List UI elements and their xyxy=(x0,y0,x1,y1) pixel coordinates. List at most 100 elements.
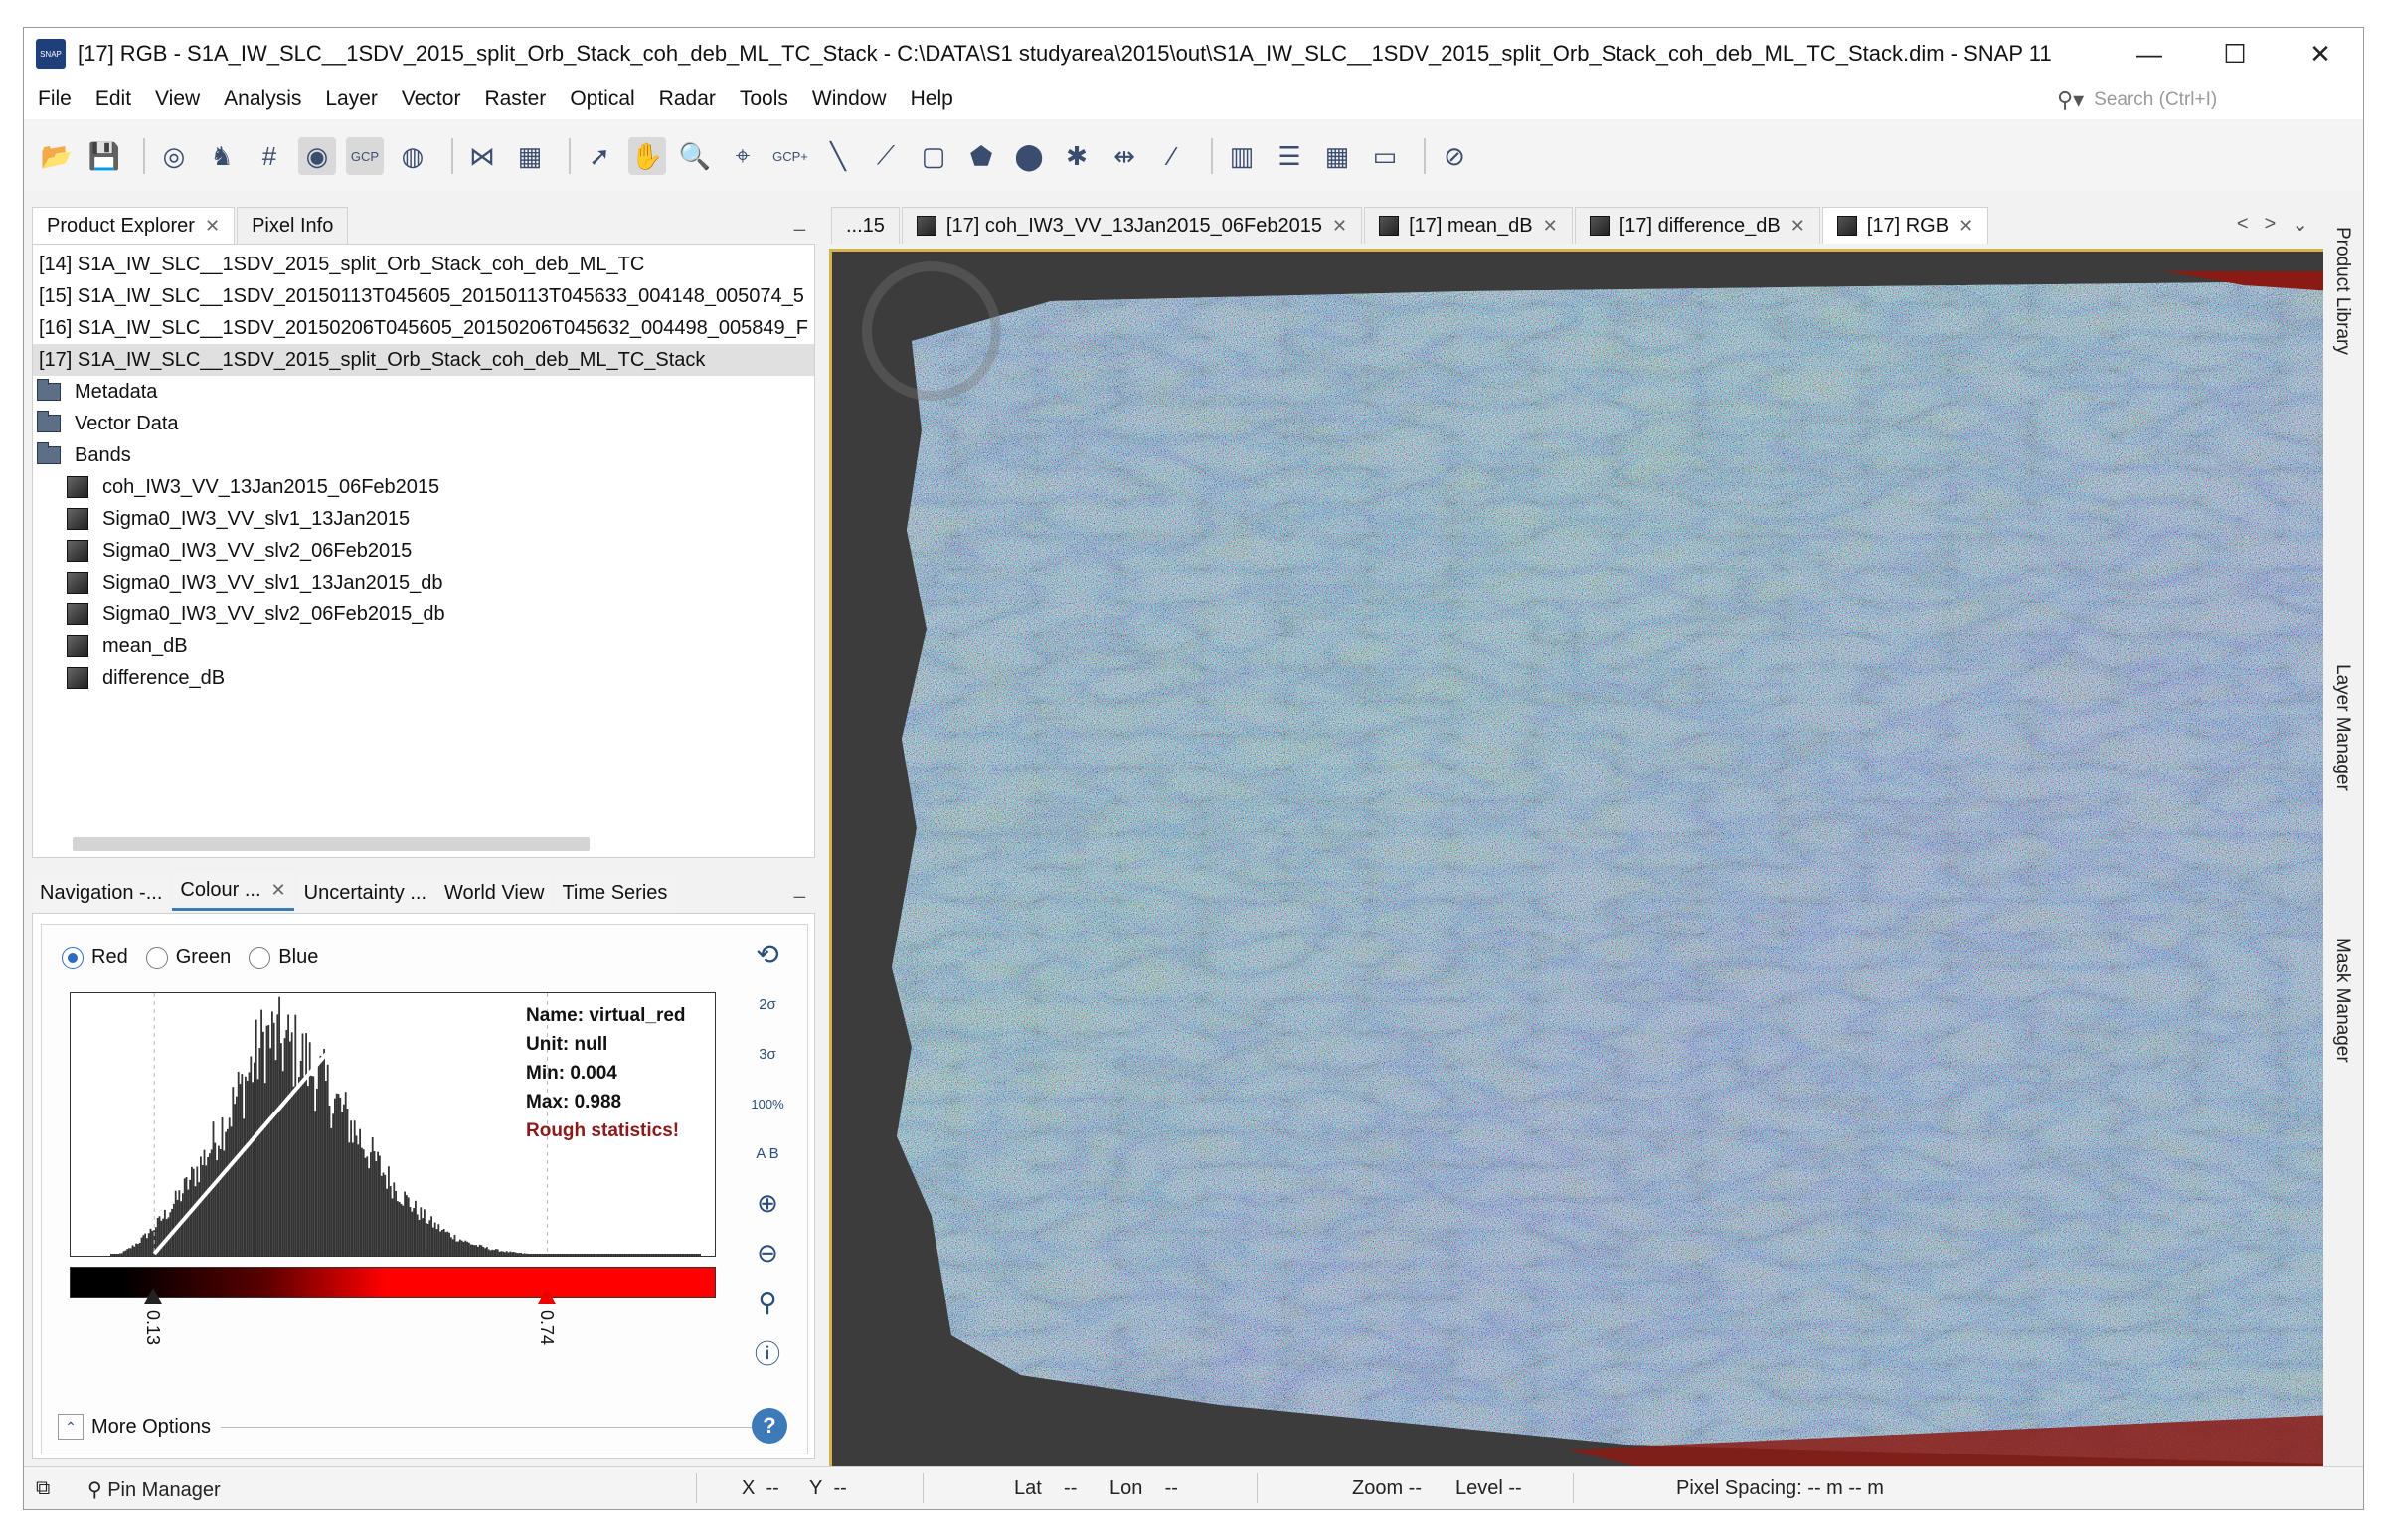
menu-view[interactable]: View xyxy=(155,87,200,111)
tree-product-17[interactable]: [17] S1A_IW_SLC__1SDV_2015_split_Orb_Sta… xyxy=(33,344,814,376)
open-product-icon[interactable]: 📂 xyxy=(38,137,76,175)
reset-icon[interactable]: ⟲ xyxy=(748,935,787,974)
chevron-up-icon[interactable]: ⌃ xyxy=(58,1414,84,1440)
tab-image-coh[interactable]: [17] coh_IW3_VV_13Jan2015_06Feb2015 ✕ xyxy=(901,207,1363,244)
rgb-image-view[interactable] xyxy=(829,249,2340,1493)
menu-file[interactable]: File xyxy=(38,87,72,111)
tree-folder-metadata[interactable]: Metadata xyxy=(37,376,157,408)
tree-band[interactable]: Sigma0_IW3_VV_slv1_13Jan2015_db xyxy=(67,567,442,599)
tab-world-view[interactable]: World View xyxy=(436,875,553,911)
tile-grid-icon[interactable]: ▦ xyxy=(1318,137,1356,175)
gcp-overlay-icon[interactable]: GCP xyxy=(346,137,384,175)
close-button[interactable]: ✕ xyxy=(2278,28,2363,80)
tree-band[interactable]: Sigma0_IW3_VV_slv2_06Feb2015_db xyxy=(67,599,445,630)
menu-radar[interactable]: Radar xyxy=(659,87,716,111)
tree-product-16[interactable]: [16] S1A_IW_SLC__1SDV_20150206T045605_20… xyxy=(39,312,808,344)
close-icon[interactable]: ✕ xyxy=(1332,216,1347,237)
pin-placing-icon[interactable]: ⌖ xyxy=(724,137,762,175)
tab-product-explorer[interactable]: Product Explorer ✕ xyxy=(32,207,236,244)
minimize-button[interactable]: — xyxy=(2107,28,2192,80)
navigation-compass[interactable] xyxy=(862,261,1001,401)
stretch-100-button[interactable]: 100% xyxy=(748,1084,787,1123)
mask-manager-tab[interactable]: Mask Manager xyxy=(2331,938,2353,1063)
tree-band[interactable]: coh_IW3_VV_13Jan2015_06Feb2015 xyxy=(67,471,439,503)
sync-views-icon[interactable]: ⊘ xyxy=(1436,137,1473,175)
ellipse-draw-icon[interactable]: ⬤ xyxy=(1010,137,1048,175)
tab-pixel-info[interactable]: Pixel Info xyxy=(237,207,349,244)
ruler-icon[interactable]: ∕ xyxy=(1153,137,1191,175)
tile-evenly-icon[interactable]: ▥ xyxy=(1223,137,1261,175)
zoom-in-v-icon[interactable]: ⊕ xyxy=(748,1183,787,1223)
tree-product-15[interactable]: [15] S1A_IW_SLC__1SDV_20150113T045605_20… xyxy=(39,280,804,312)
tab-uncertainty[interactable]: Uncertainty ... xyxy=(295,875,435,911)
rectangle-draw-icon[interactable]: ▢ xyxy=(915,137,952,175)
world-map-icon[interactable]: ◍ xyxy=(394,137,431,175)
tab-image-15[interactable]: ...15 xyxy=(831,207,900,244)
pin-import-icon[interactable]: ♞ xyxy=(203,137,241,175)
tree-band[interactable]: Sigma0_IW3_VV_slv1_13Jan2015 xyxy=(67,503,410,535)
save-product-icon[interactable]: 💾 xyxy=(85,137,123,175)
close-icon[interactable]: ✕ xyxy=(1543,216,1558,237)
maximize-button[interactable]: ☐ xyxy=(2192,28,2278,80)
chevron-left-icon[interactable]: < xyxy=(2237,213,2249,236)
menu-vector[interactable]: Vector xyxy=(402,87,461,111)
radio-green[interactable] xyxy=(145,946,168,969)
tree-band[interactable]: difference_dB xyxy=(67,662,225,694)
tree-product-14[interactable]: [14] S1A_IW_SLC__1SDV_2015_split_Orb_Sta… xyxy=(39,249,644,280)
distribute-ab-button[interactable]: A B xyxy=(748,1133,787,1173)
tree-band[interactable]: Sigma0_IW3_VV_slv2_06Feb2015 xyxy=(67,535,412,567)
product-library-tab[interactable]: Product Library xyxy=(2331,227,2353,355)
rgb-sar-image[interactable] xyxy=(872,271,2333,1474)
menu-edit[interactable]: Edit xyxy=(95,87,131,111)
zoom-tool-icon[interactable]: 🔍 xyxy=(676,137,714,175)
tab-image-mean-db[interactable]: [17] mean_dB ✕ xyxy=(1364,207,1573,244)
menu-raster[interactable]: Raster xyxy=(484,87,546,111)
tab-time-series[interactable]: Time Series xyxy=(554,875,676,911)
menu-tools[interactable]: Tools xyxy=(740,87,788,111)
polygon-draw-icon[interactable]: ⬟ xyxy=(962,137,1000,175)
graph-builder-icon[interactable]: ⋈ xyxy=(463,137,501,175)
search-box[interactable]: ⚲▾ Search (Ctrl+I) xyxy=(2057,86,2355,115)
gcp-placing-icon[interactable]: GCP+ xyxy=(771,137,809,175)
chevron-right-icon[interactable]: > xyxy=(2265,213,2277,236)
menu-help[interactable]: Help xyxy=(911,87,953,111)
stretch-2sigma-button[interactable]: 2σ xyxy=(748,984,787,1024)
close-icon[interactable]: ✕ xyxy=(1958,216,1973,237)
minimize-panel-button[interactable]: _ xyxy=(794,210,805,233)
menu-layer[interactable]: Layer xyxy=(325,87,378,111)
layer-manager-tab[interactable]: Layer Manager xyxy=(2331,664,2353,791)
tab-image-difference-db[interactable]: [17] difference_dB ✕ xyxy=(1574,207,1820,244)
batch-processing-icon[interactable]: ▦ xyxy=(511,137,549,175)
range-finder-icon[interactable]: ⇹ xyxy=(1106,137,1143,175)
tab-colour-manipulation[interactable]: Colour ... ✕ xyxy=(172,872,294,911)
horizontal-scrollbar[interactable] xyxy=(73,837,590,851)
slider-min-handle[interactable] xyxy=(144,1288,163,1304)
tile-horizontal-icon[interactable]: ☰ xyxy=(1271,137,1308,175)
pin-overlay-icon[interactable]: ◉ xyxy=(298,137,336,175)
stretch-3sigma-button[interactable]: 3σ xyxy=(748,1034,787,1074)
tree-folder-vector-data[interactable]: Vector Data xyxy=(37,408,179,439)
close-icon[interactable]: ✕ xyxy=(271,880,286,901)
zoom-icon[interactable]: ⚲ xyxy=(748,1283,787,1322)
restore-icon[interactable]: ⧉ xyxy=(36,1477,50,1500)
slider-max-handle[interactable] xyxy=(537,1288,556,1304)
tab-image-rgb[interactable]: [17] RGB ✕ xyxy=(1821,207,1989,244)
tree-folder-bands[interactable]: Bands xyxy=(37,439,131,471)
polyline-draw-icon[interactable]: ⟋ xyxy=(867,137,905,175)
more-options[interactable]: ⌃ More Options xyxy=(58,1414,754,1440)
tab-navigation[interactable]: Navigation -... xyxy=(32,875,171,911)
show-hide-icon[interactable]: ◎ xyxy=(155,137,193,175)
chevron-down-icon[interactable]: ⌄ xyxy=(2292,212,2308,237)
menu-analysis[interactable]: Analysis xyxy=(224,87,301,111)
graticule-icon[interactable]: # xyxy=(251,137,288,175)
minimize-panel-button[interactable]: _ xyxy=(794,877,805,900)
tile-single-icon[interactable]: ▭ xyxy=(1366,137,1404,175)
magic-wand-icon[interactable]: ✱ xyxy=(1058,137,1096,175)
menu-window[interactable]: Window xyxy=(812,87,887,111)
menu-optical[interactable]: Optical xyxy=(570,87,634,111)
info-icon[interactable]: ⓘ xyxy=(748,1332,787,1372)
close-icon[interactable]: ✕ xyxy=(1790,216,1805,237)
select-tool-icon[interactable]: ➚ xyxy=(581,137,618,175)
line-draw-icon[interactable]: ╲ xyxy=(819,137,857,175)
pin-manager-tab[interactable]: ⚲ Pin Manager xyxy=(87,1477,221,1502)
